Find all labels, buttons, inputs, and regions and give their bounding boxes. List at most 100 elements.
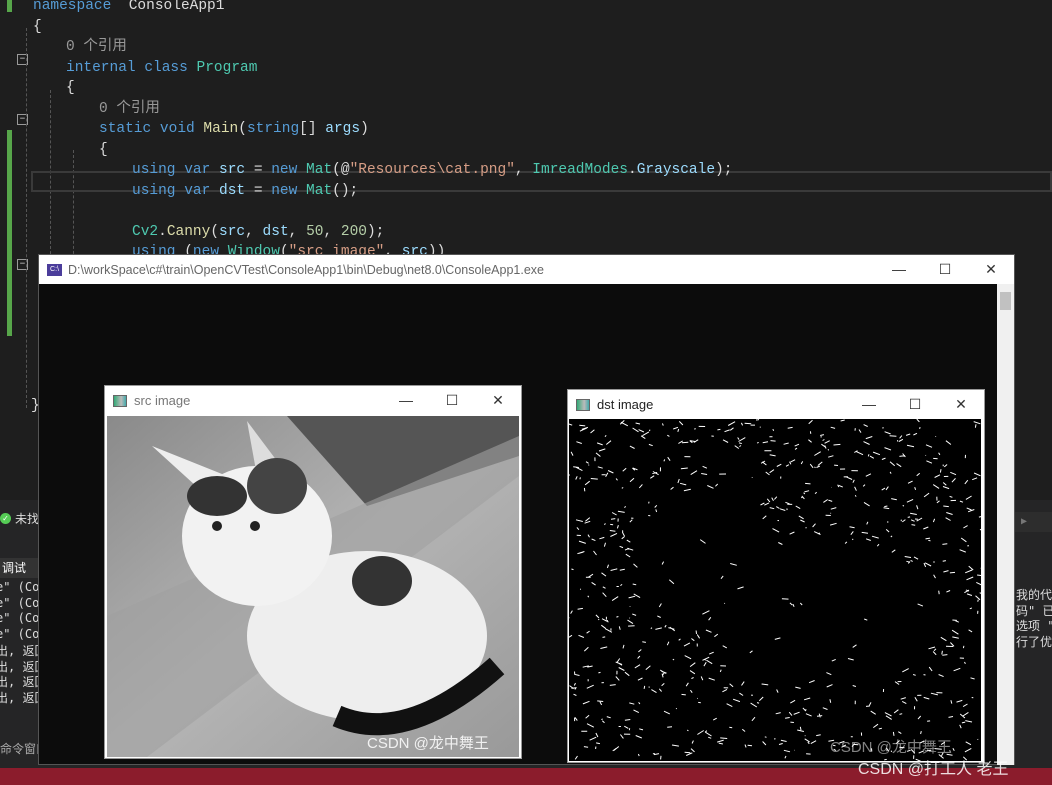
code-token: 0 个引用	[66, 39, 127, 55]
code-line: 0 个引用	[99, 99, 160, 119]
output-line: e" (Co	[0, 580, 40, 594]
code-token: 50	[306, 223, 324, 240]
code-token: internal class	[66, 59, 197, 76]
minimize-button[interactable]: —	[383, 392, 429, 409]
code-line: static void Main(string[] args)	[99, 119, 369, 139]
scroll-right-icon[interactable]: ▶	[1015, 512, 1052, 532]
code-token: Main	[203, 121, 239, 137]
src-image	[107, 416, 519, 757]
dst-edge-image	[569, 419, 981, 761]
code-token: ConsoleApp1	[128, 0, 225, 14]
code-token: ImreadModes	[532, 162, 629, 178]
code-token: namespace	[33, 0, 112, 14]
output-line: e" (Co	[0, 611, 40, 625]
code-token: static void	[99, 121, 204, 137]
code-token: ,	[323, 223, 341, 240]
maximize-button[interactable]: ☐	[429, 392, 475, 409]
code-token: dst	[219, 182, 246, 199]
dst-titlebar[interactable]: dst image — ☐ ✕	[568, 390, 984, 419]
code-token: Canny	[166, 223, 211, 240]
code-token: {	[66, 80, 75, 96]
output-line: 我的代	[1016, 588, 1052, 602]
code-token: src	[219, 162, 246, 178]
code-token: dst	[262, 223, 289, 240]
src-window-title: src image	[134, 393, 191, 408]
close-button[interactable]: ✕	[968, 261, 1014, 278]
code-token: args	[325, 121, 361, 137]
output-line: 码" 已启	[1016, 603, 1052, 618]
code-token: new	[271, 162, 307, 178]
code-line: 0 个引用	[66, 37, 127, 57]
output-line: 行了优	[1016, 634, 1052, 649]
code-token: =	[245, 162, 272, 178]
window-icon	[576, 398, 590, 411]
dst-image-window[interactable]: dst image — ☐ ✕ CSDN @龙中舞王	[567, 389, 985, 763]
code-token: ,	[245, 223, 263, 240]
code-token: Program	[196, 59, 258, 76]
code-token: Mat	[306, 162, 333, 178]
code-line: using var dst = new Mat();	[132, 181, 358, 201]
edge-lines	[569, 419, 981, 761]
code-token: Cv2	[132, 223, 159, 240]
tab-debug[interactable]: 调试	[0, 558, 40, 578]
code-token: using var	[132, 162, 220, 178]
code-token: 200	[340, 223, 367, 240]
code-line: internal class Program	[66, 58, 257, 78]
code-token: Mat	[306, 182, 333, 199]
code-token: )	[360, 121, 369, 137]
close-button[interactable]: ✕	[938, 396, 984, 413]
code-line: Cv2.Canny(src, dst, 50, 200);	[132, 222, 384, 242]
console-titlebar[interactable]: C:\ D:\workSpace\c#\train\OpenCVTest\Con…	[39, 255, 1014, 284]
indent-guide	[26, 28, 27, 408]
code-line: using var src = new Mat(@"Resources\cat.…	[132, 160, 732, 180]
code-token: string	[246, 121, 300, 137]
code-token: (@	[332, 162, 350, 178]
code-token: using var	[132, 182, 220, 199]
code-token: ,	[288, 223, 307, 240]
code-token: );	[366, 223, 385, 240]
code-token: ();	[332, 182, 359, 199]
code-token: Grayscale	[636, 162, 716, 178]
scrollbar-thumb[interactable]	[1000, 292, 1011, 310]
page-watermark: CSDN @打工人 老王	[858, 761, 1009, 778]
console-scrollbar[interactable]	[997, 284, 1014, 765]
console-title: D:\workSpace\c#\train\OpenCVTest\Console…	[68, 262, 544, 277]
console-app-icon: C:\	[47, 263, 62, 276]
code-token: []	[299, 121, 326, 137]
change-marker	[7, 130, 12, 336]
code-token: (	[210, 223, 220, 240]
code-token: ,	[514, 162, 533, 178]
output-line: e" (Co	[0, 595, 40, 610]
code-token: (	[238, 121, 247, 137]
code-token: "Resources\cat.png"	[349, 162, 515, 178]
src-titlebar[interactable]: src image — ☐ ✕	[105, 386, 521, 415]
code-token: src	[219, 223, 246, 240]
image-watermark: CSDN @龙中舞王	[367, 735, 489, 752]
maximize-button[interactable]: ☐	[922, 261, 968, 278]
minimize-button[interactable]: —	[876, 261, 922, 278]
code-token: );	[715, 162, 733, 178]
image-watermark: CSDN @龙中舞王	[830, 739, 952, 756]
src-image-window[interactable]: src image — ☐ ✕ CSDN @龙中舞王	[104, 385, 522, 759]
check-icon: ✓	[0, 512, 11, 524]
close-button[interactable]: ✕	[475, 392, 521, 409]
change-marker	[7, 0, 12, 12]
maximize-button[interactable]: ☐	[892, 396, 938, 413]
code-line: {	[99, 140, 108, 160]
output-line: e" (Co	[0, 626, 40, 641]
code-token: {	[99, 141, 108, 158]
code-line: namespace ConsoleApp1	[33, 0, 224, 16]
code-token: .	[158, 223, 167, 240]
code-token: =	[245, 182, 272, 199]
code-token: 0 个引用	[99, 100, 160, 117]
output-line: 选项 "	[1016, 619, 1052, 633]
code-line: {	[33, 17, 42, 37]
code-token: .	[628, 162, 637, 178]
code-token: {	[33, 18, 42, 35]
window-icon	[113, 394, 127, 407]
code-line: {	[66, 78, 75, 98]
dst-window-title: dst image	[597, 397, 654, 412]
minimize-button[interactable]: —	[846, 396, 892, 413]
code-token: new	[271, 182, 307, 199]
